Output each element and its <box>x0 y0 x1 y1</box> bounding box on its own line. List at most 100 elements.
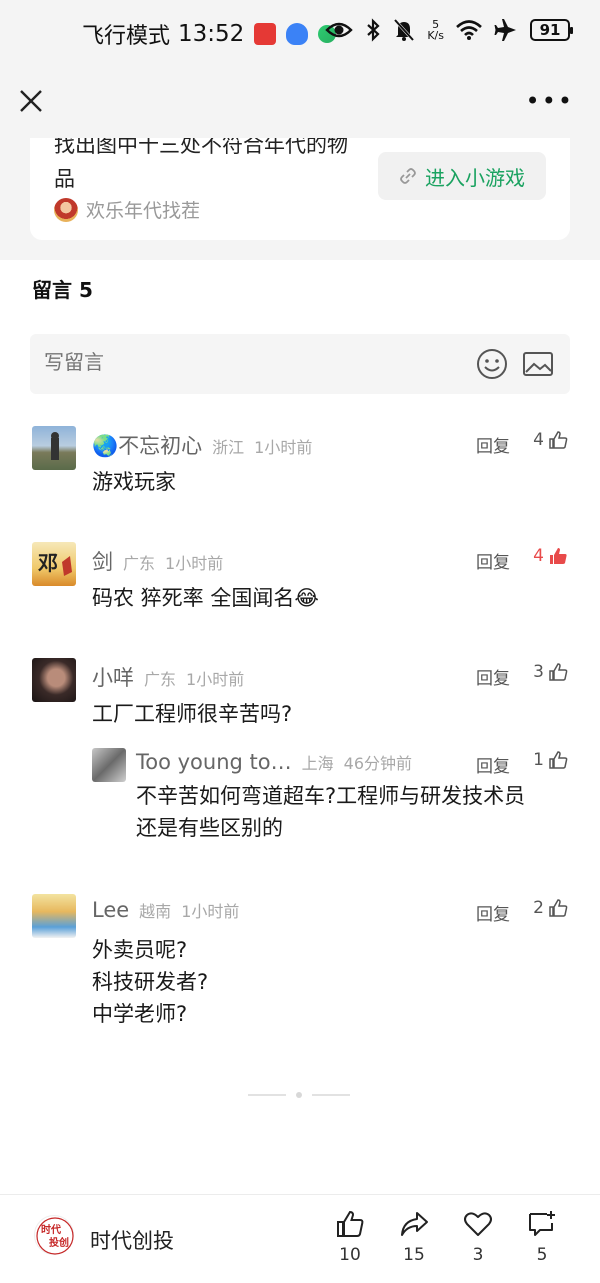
like-button[interactable]: 1 <box>533 750 568 770</box>
game-avatar-icon <box>54 197 78 222</box>
game-card-text: 找出图中十三处不符合年代的物品 <box>54 138 348 191</box>
reply-button[interactable]: 回复 <box>476 548 510 573</box>
pager-dot <box>296 1092 302 1098</box>
comment-author[interactable]: 🌏不忘初心 <box>92 430 202 460</box>
enter-mini-game-label: 进入小游戏 <box>425 165 525 190</box>
avatar[interactable] <box>32 426 76 470</box>
favorite-action[interactable]: 3 <box>458 1209 498 1265</box>
thumbs-up-filled-icon <box>550 548 567 564</box>
top-bar: ••• <box>0 72 600 138</box>
thumbs-up-icon <box>549 751 568 769</box>
comment-body: 外卖员呢? 科技研发者? 中学老师? <box>92 938 209 1026</box>
comment-author[interactable]: 小咩 <box>92 662 134 692</box>
reply-author[interactable]: Too young to… <box>136 750 292 774</box>
reply-button[interactable]: 回复 <box>476 432 510 457</box>
like-count: 2 <box>533 898 544 918</box>
comment-body: 工厂工程师很辛苦吗? <box>92 702 293 726</box>
svg-text:时代: 时代 <box>41 1223 61 1236</box>
link-icon <box>400 168 416 184</box>
airplane-mode-label: 飞行模式 <box>82 24 171 49</box>
reply-time: 46分钟前 <box>343 754 413 773</box>
like-count: 1 <box>533 750 544 770</box>
comment-action[interactable]: 5 <box>522 1209 562 1265</box>
thumbs-up-icon <box>337 1210 364 1237</box>
airplane-icon <box>494 19 516 41</box>
game-card[interactable]: 找出图中十三处不符合年代的物品 欢乐年代找茬 进入小游戏 <box>30 138 570 240</box>
comment-header: 剑 广东 1小时前 <box>92 546 223 576</box>
svg-text:邓: 邓 <box>38 551 58 575</box>
comment-author[interactable]: 剑 <box>92 546 113 576</box>
comment-body: 码农 猝死率 全国闻名😂 <box>92 586 319 610</box>
like-count: 4 <box>533 546 544 566</box>
comment-location: 越南 <box>139 902 172 921</box>
avatar[interactable] <box>32 658 76 702</box>
wifi-icon <box>456 20 482 40</box>
thumbs-up-icon <box>549 663 568 681</box>
comment-location: 浙江 <box>212 438 245 457</box>
comment-body: 游戏玩家 <box>92 470 176 494</box>
game-card-source: 欢乐年代找茬 <box>54 196 200 223</box>
heart-icon <box>464 1212 492 1236</box>
reply-location: 上海 <box>301 754 334 773</box>
like-count: 4 <box>533 430 544 450</box>
like-count: 10 <box>339 1245 361 1265</box>
comment-item: 邓 剑 广东 1小时前 回复 4 码农 猝死率 全国闻名😂 <box>32 542 568 612</box>
avatar[interactable] <box>32 894 76 938</box>
avatar[interactable] <box>92 748 126 782</box>
like-action[interactable]: 10 <box>330 1209 370 1265</box>
battery-icon: 91 <box>530 19 573 41</box>
image-icon[interactable] <box>522 350 554 378</box>
avatar[interactable]: 邓 <box>32 542 76 586</box>
comment-input[interactable] <box>44 350 444 374</box>
more-icon[interactable]: ••• <box>526 89 574 113</box>
comment-time: 1小时前 <box>165 554 224 573</box>
comment-add-icon <box>529 1211 555 1236</box>
reply-body: 不辛苦如何弯道超车?工程师与研发技术员 还是有些区别的 <box>136 784 526 840</box>
enter-mini-game-button[interactable]: 进入小游戏 <box>378 152 546 200</box>
bottom-bar: 时代 投创 时代创投 10 15 3 5 <box>0 1194 600 1283</box>
like-button[interactable]: 3 <box>533 662 568 682</box>
svg-text:投创: 投创 <box>49 1236 69 1249</box>
reply-item: Too young to… 上海 46分钟前 回复 1 不辛苦如何弯道超车?工程… <box>92 748 568 848</box>
thumbs-up-icon <box>549 431 568 449</box>
reply-header: Too young to… 上海 46分钟前 <box>136 750 412 774</box>
like-button[interactable]: 4 <box>533 546 568 566</box>
comment-time: 1小时前 <box>254 438 313 457</box>
comment-author[interactable]: Lee <box>92 898 129 922</box>
pager-line <box>248 1094 286 1096</box>
clock: 13:52 <box>178 21 245 47</box>
favorite-count: 3 <box>472 1245 484 1265</box>
comment-location: 广东 <box>144 670 177 689</box>
comment-item: 小咩 广东 1小时前 回复 3 工厂工程师很辛苦吗? Too young to…… <box>32 658 568 858</box>
like-button[interactable]: 4 <box>533 430 568 450</box>
comment-header: 小咩 广东 1小时前 <box>92 662 244 692</box>
share-icon <box>401 1212 428 1236</box>
comment-count: 5 <box>536 1245 548 1265</box>
net-speed: 5 K/s <box>427 19 444 41</box>
account-logo[interactable]: 时代 投创 <box>34 1215 74 1255</box>
reply-button[interactable]: 回复 <box>476 900 510 925</box>
comment-location: 广东 <box>123 554 156 573</box>
bluetooth-icon <box>367 18 380 42</box>
comments-title: 留言 5 <box>32 278 93 302</box>
like-count: 3 <box>533 662 544 682</box>
comment-item: Lee 越南 1小时前 回复 2 外卖员呢? 科技研发者? 中学老师? <box>32 894 568 1026</box>
game-source-name: 欢乐年代找茬 <box>86 200 201 222</box>
reply-button[interactable]: 回复 <box>476 664 510 689</box>
comment-input-box[interactable] <box>30 334 570 394</box>
shield-notification-icon <box>286 23 309 45</box>
mute-icon <box>394 18 415 42</box>
close-icon[interactable] <box>18 88 44 114</box>
game-card-area: 找出图中十三处不符合年代的物品 欢乐年代找茬 进入小游戏 <box>0 138 600 260</box>
reply-button[interactable]: 回复 <box>476 752 510 777</box>
share-count: 15 <box>403 1245 425 1265</box>
share-action[interactable]: 15 <box>394 1209 434 1265</box>
net-speed-unit: K/s <box>427 29 444 42</box>
like-button[interactable]: 2 <box>533 898 568 918</box>
comment-time: 1小时前 <box>186 670 245 689</box>
comment-header: Lee 越南 1小时前 <box>92 898 239 922</box>
comment-header: 🌏不忘初心 浙江 1小时前 <box>92 430 312 460</box>
emoji-icon[interactable] <box>476 348 508 380</box>
account-name[interactable]: 时代创投 <box>90 1225 174 1255</box>
pager-line <box>312 1094 350 1096</box>
